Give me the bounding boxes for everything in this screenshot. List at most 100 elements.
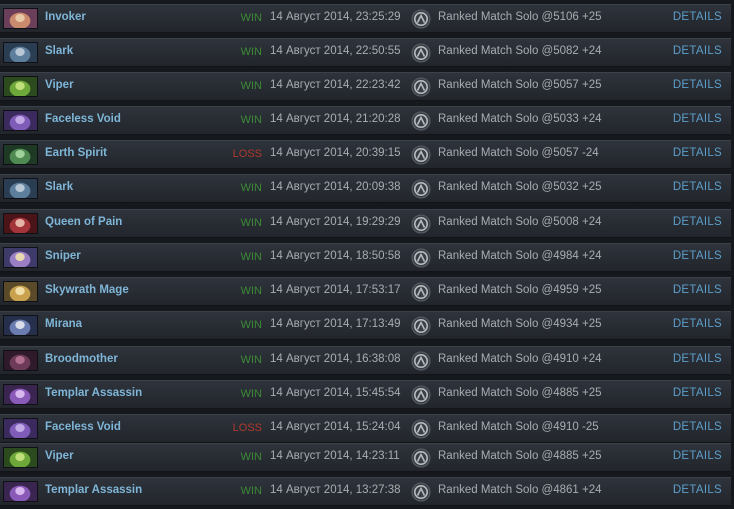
game-mode-icon (411, 448, 431, 468)
details-link[interactable]: DETAILS (673, 250, 722, 262)
match-result: WIN (240, 12, 262, 24)
match-row[interactable]: Sniper WIN 14 Август 2014, 18:50:58 Rank… (0, 243, 731, 272)
match-row[interactable]: Viper WIN 14 Август 2014, 14:23:11 Ranke… (0, 443, 731, 472)
details-link[interactable]: DETAILS (673, 450, 722, 462)
match-date: 14 Август 2014, 20:39:15 (270, 147, 401, 159)
match-date: 14 Август 2014, 16:38:08 (270, 353, 401, 365)
match-result: WIN (240, 182, 262, 194)
hero-portrait-icon (3, 178, 38, 199)
hero-name[interactable]: Faceless Void (45, 113, 121, 125)
match-result: WIN (240, 251, 262, 263)
details-link[interactable]: DETAILS (673, 181, 722, 193)
hero-portrait-icon (3, 8, 38, 29)
hero-name[interactable]: Slark (45, 181, 73, 193)
details-link[interactable]: DETAILS (673, 113, 722, 125)
match-date: 14 Август 2014, 22:50:55 (270, 45, 401, 57)
match-date: 14 Август 2014, 17:13:49 (270, 318, 401, 330)
hero-portrait-icon (3, 350, 38, 371)
match-row[interactable]: Viper WIN 14 Август 2014, 22:23:42 Ranke… (0, 72, 731, 101)
hero-name[interactable]: Invoker (45, 11, 86, 23)
match-date: 14 Август 2014, 15:24:04 (270, 421, 401, 433)
match-date: 14 Август 2014, 15:45:54 (270, 387, 401, 399)
hero-name[interactable]: Viper (45, 79, 74, 91)
match-row[interactable]: Faceless Void WIN 14 Август 2014, 21:20:… (0, 106, 731, 135)
match-mode: Ranked Match Solo @4885 +25 (438, 387, 602, 399)
match-result: WIN (240, 319, 262, 331)
details-link[interactable]: DETAILS (673, 421, 722, 433)
game-mode-icon (411, 9, 431, 29)
hero-name[interactable]: Queen of Pain (45, 216, 122, 228)
hero-name[interactable]: Mirana (45, 318, 82, 330)
match-date: 14 Август 2014, 23:25:29 (270, 11, 401, 23)
match-mode: Ranked Match Solo @4861 +24 (438, 484, 602, 496)
hero-name[interactable]: Skywrath Mage (45, 284, 129, 296)
match-date: 14 Август 2014, 13:27:38 (270, 484, 401, 496)
match-mode: Ranked Match Solo @5106 +25 (438, 11, 602, 23)
game-mode-icon (411, 77, 431, 97)
match-result: WIN (240, 485, 262, 497)
match-result: WIN (240, 285, 262, 297)
details-link[interactable]: DETAILS (673, 353, 722, 365)
match-mode: Ranked Match Solo @4934 +25 (438, 318, 602, 330)
match-mode: Ranked Match Solo @4885 +25 (438, 450, 602, 462)
match-date: 14 Август 2014, 22:23:42 (270, 79, 401, 91)
match-date: 14 Август 2014, 21:20:28 (270, 113, 401, 125)
hero-name[interactable]: Sniper (45, 250, 81, 262)
match-date: 14 Август 2014, 18:50:58 (270, 250, 401, 262)
details-link[interactable]: DETAILS (673, 11, 722, 23)
match-row[interactable]: Invoker WIN 14 Август 2014, 23:25:29 Ran… (0, 4, 731, 33)
match-row[interactable]: Faceless Void LOSS 14 Август 2014, 15:24… (0, 414, 731, 443)
match-mode: Ranked Match Solo @4910 +24 (438, 353, 602, 365)
match-row[interactable]: Templar Assassin WIN 14 Август 2014, 15:… (0, 380, 731, 409)
match-date: 14 Август 2014, 19:29:29 (270, 216, 401, 228)
details-link[interactable]: DETAILS (673, 147, 722, 159)
game-mode-icon (411, 145, 431, 165)
hero-name[interactable]: Templar Assassin (45, 484, 142, 496)
match-row[interactable]: Mirana WIN 14 Август 2014, 17:13:49 Rank… (0, 311, 731, 340)
match-mode: Ranked Match Solo @4984 +24 (438, 250, 602, 262)
game-mode-icon (411, 385, 431, 405)
match-row[interactable]: Broodmother WIN 14 Август 2014, 16:38:08… (0, 346, 731, 375)
game-mode-icon (411, 43, 431, 63)
game-mode-icon (411, 482, 431, 502)
details-link[interactable]: DETAILS (673, 284, 722, 296)
details-link[interactable]: DETAILS (673, 45, 722, 57)
match-row[interactable]: Earth Spirit LOSS 14 Август 2014, 20:39:… (0, 140, 731, 169)
hero-name[interactable]: Slark (45, 45, 73, 57)
match-row[interactable]: Slark WIN 14 Август 2014, 22:50:55 Ranke… (0, 38, 731, 67)
match-mode: Ranked Match Solo @4910 -25 (438, 421, 599, 433)
details-link[interactable]: DETAILS (673, 484, 722, 496)
hero-portrait-icon (3, 447, 38, 468)
hero-name[interactable]: Broodmother (45, 353, 118, 365)
match-result: WIN (240, 388, 262, 400)
game-mode-icon (411, 351, 431, 371)
match-result: WIN (240, 80, 262, 92)
hero-name[interactable]: Earth Spirit (45, 147, 107, 159)
hero-portrait-icon (3, 315, 38, 336)
match-date: 14 Август 2014, 17:53:17 (270, 284, 401, 296)
hero-name[interactable]: Templar Assassin (45, 387, 142, 399)
details-link[interactable]: DETAILS (673, 79, 722, 91)
match-mode: Ranked Match Solo @5032 +25 (438, 181, 602, 193)
game-mode-icon (411, 179, 431, 199)
match-result: LOSS (232, 148, 262, 160)
match-row[interactable]: Skywrath Mage WIN 14 Август 2014, 17:53:… (0, 277, 731, 306)
hero-name[interactable]: Viper (45, 450, 74, 462)
details-link[interactable]: DETAILS (673, 216, 722, 228)
hero-portrait-icon (3, 76, 38, 97)
match-row[interactable]: Templar Assassin WIN 14 Август 2014, 13:… (0, 477, 731, 506)
match-date: 14 Август 2014, 20:09:38 (270, 181, 401, 193)
match-row[interactable]: Queen of Pain WIN 14 Август 2014, 19:29:… (0, 209, 731, 238)
hero-name[interactable]: Faceless Void (45, 421, 121, 433)
match-result: WIN (240, 114, 262, 126)
match-row[interactable]: Slark WIN 14 Август 2014, 20:09:38 Ranke… (0, 174, 731, 203)
game-mode-icon (411, 248, 431, 268)
match-result: WIN (240, 46, 262, 58)
match-result: LOSS (232, 422, 262, 434)
details-link[interactable]: DETAILS (673, 318, 722, 330)
hero-portrait-icon (3, 418, 38, 439)
match-mode: Ranked Match Solo @5082 +24 (438, 45, 602, 57)
match-result: WIN (240, 451, 262, 463)
game-mode-icon (411, 419, 431, 439)
details-link[interactable]: DETAILS (673, 387, 722, 399)
